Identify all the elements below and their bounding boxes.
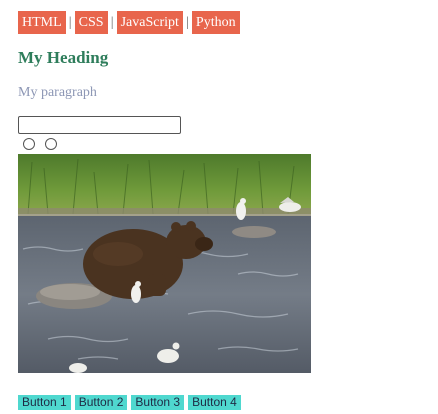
- nav-separator: |: [186, 14, 189, 30]
- button-3[interactable]: Button 3: [131, 395, 185, 410]
- nav-link-javascript[interactable]: JavaScript: [116, 11, 183, 34]
- bear-video[interactable]: [18, 154, 311, 373]
- top-nav: HTML | CSS | JavaScript | Python: [18, 11, 240, 34]
- radio-button-2[interactable]: [45, 138, 57, 150]
- radio-button-1[interactable]: [23, 138, 35, 150]
- bear-video-frame: [18, 154, 311, 373]
- text-input[interactable]: [18, 116, 181, 134]
- button-row: Button 1 Button 2 Button 3 Button 4: [18, 395, 241, 410]
- nav-separator: |: [68, 14, 72, 30]
- button-2[interactable]: Button 2: [74, 395, 128, 410]
- page-paragraph: My paragraph: [18, 85, 97, 100]
- nav-separator: |: [110, 14, 114, 30]
- nav-link-css[interactable]: CSS: [74, 11, 108, 34]
- button-4[interactable]: Button 4: [188, 395, 241, 410]
- page-heading: My Heading: [18, 48, 109, 67]
- nav-link-python[interactable]: Python: [191, 11, 240, 34]
- nav-link-html[interactable]: HTML: [18, 11, 66, 34]
- button-1[interactable]: Button 1: [18, 395, 71, 410]
